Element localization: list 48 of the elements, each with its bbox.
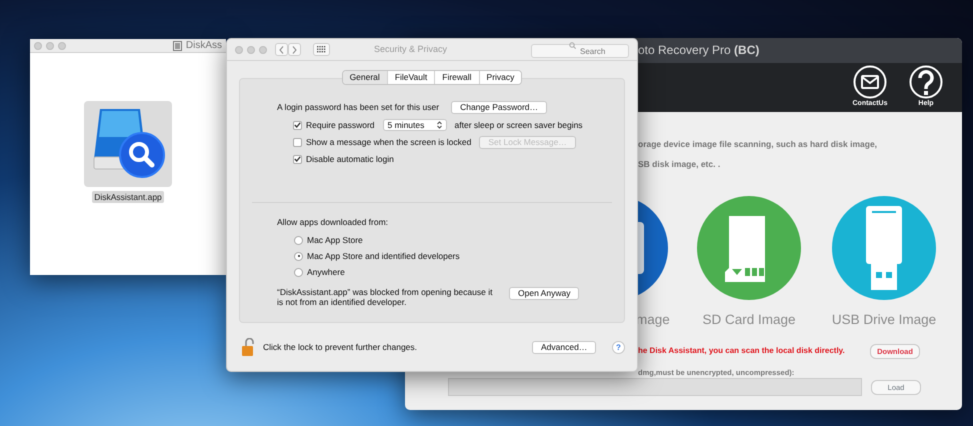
envelope-icon <box>853 64 887 99</box>
help-button[interactable]: ? <box>612 340 625 354</box>
open-lock-icon[interactable] <box>241 338 255 356</box>
option-label: Require password <box>306 119 375 132</box>
window-title: Security & Privacy <box>372 42 448 56</box>
advanced-button[interactable]: Advanced… <box>532 340 596 354</box>
checkbox[interactable] <box>293 154 302 164</box>
radio-button[interactable] <box>294 252 303 261</box>
window-title: oto Recovery Pro (BC) <box>638 42 760 60</box>
image-path-field[interactable] <box>448 378 862 396</box>
option-suffix: after sleep or screen saver begins <box>454 119 583 132</box>
grid-icon <box>317 46 326 53</box>
login-text: A login password has been set for this user <box>277 101 440 114</box>
tab[interactable]: Privacy <box>478 71 522 84</box>
search-icon <box>569 42 576 48</box>
blocked-message: “DiskAssistant.app” was blocked from opening because it is not from an identified developer. <box>277 286 494 306</box>
file-name: DiskAssistant.app <box>92 190 164 204</box>
window-title: DiskAss <box>186 39 222 53</box>
radio-label: Anywhere <box>307 266 345 278</box>
description-text: SB disk image, etc. . <box>638 158 722 171</box>
usb-drive-circle-icon[interactable] <box>832 196 936 300</box>
help-icon <box>909 64 943 99</box>
change-password-button[interactable]: Change Password… <box>451 101 548 114</box>
interval-select[interactable]: 5 minutes <box>382 119 447 132</box>
description-text: orage device image file scanning, such as hard disk image, <box>638 138 878 151</box>
allow-label: Allow apps downloaded from: <box>277 216 390 228</box>
chevron-right-icon <box>292 46 297 54</box>
radio-button[interactable] <box>294 268 303 277</box>
search-field[interactable]: Search <box>531 44 629 58</box>
checkbox[interactable] <box>293 120 302 130</box>
sd-card-circle-icon[interactable] <box>697 196 801 300</box>
option-label: Disable automatic login <box>306 152 394 166</box>
notice-text: he Disk Assistant, you can scan the local disk directly. <box>638 345 845 358</box>
forward-button[interactable] <box>288 43 301 56</box>
app-drive-magnifier-icon[interactable] <box>84 100 172 187</box>
radio-label: Mac App Store and identified developers <box>307 250 460 263</box>
open-anyway-button[interactable]: Open Anyway <box>509 286 579 300</box>
option-label: Show a message when the screen is locked <box>306 136 472 149</box>
radio-button[interactable] <box>294 236 303 246</box>
lock-text: Click the lock to prevent further changes. <box>263 340 418 354</box>
chevron-left-icon <box>279 46 284 54</box>
source-label: USB Drive Image <box>832 310 936 329</box>
back-button[interactable] <box>275 43 288 56</box>
radio-label: Mac App Store <box>307 234 363 247</box>
show-all-button[interactable] <box>313 43 330 56</box>
tab[interactable]: General <box>342 71 387 84</box>
stepper-icon <box>436 121 442 130</box>
source-label: SD Card Image <box>702 310 796 329</box>
